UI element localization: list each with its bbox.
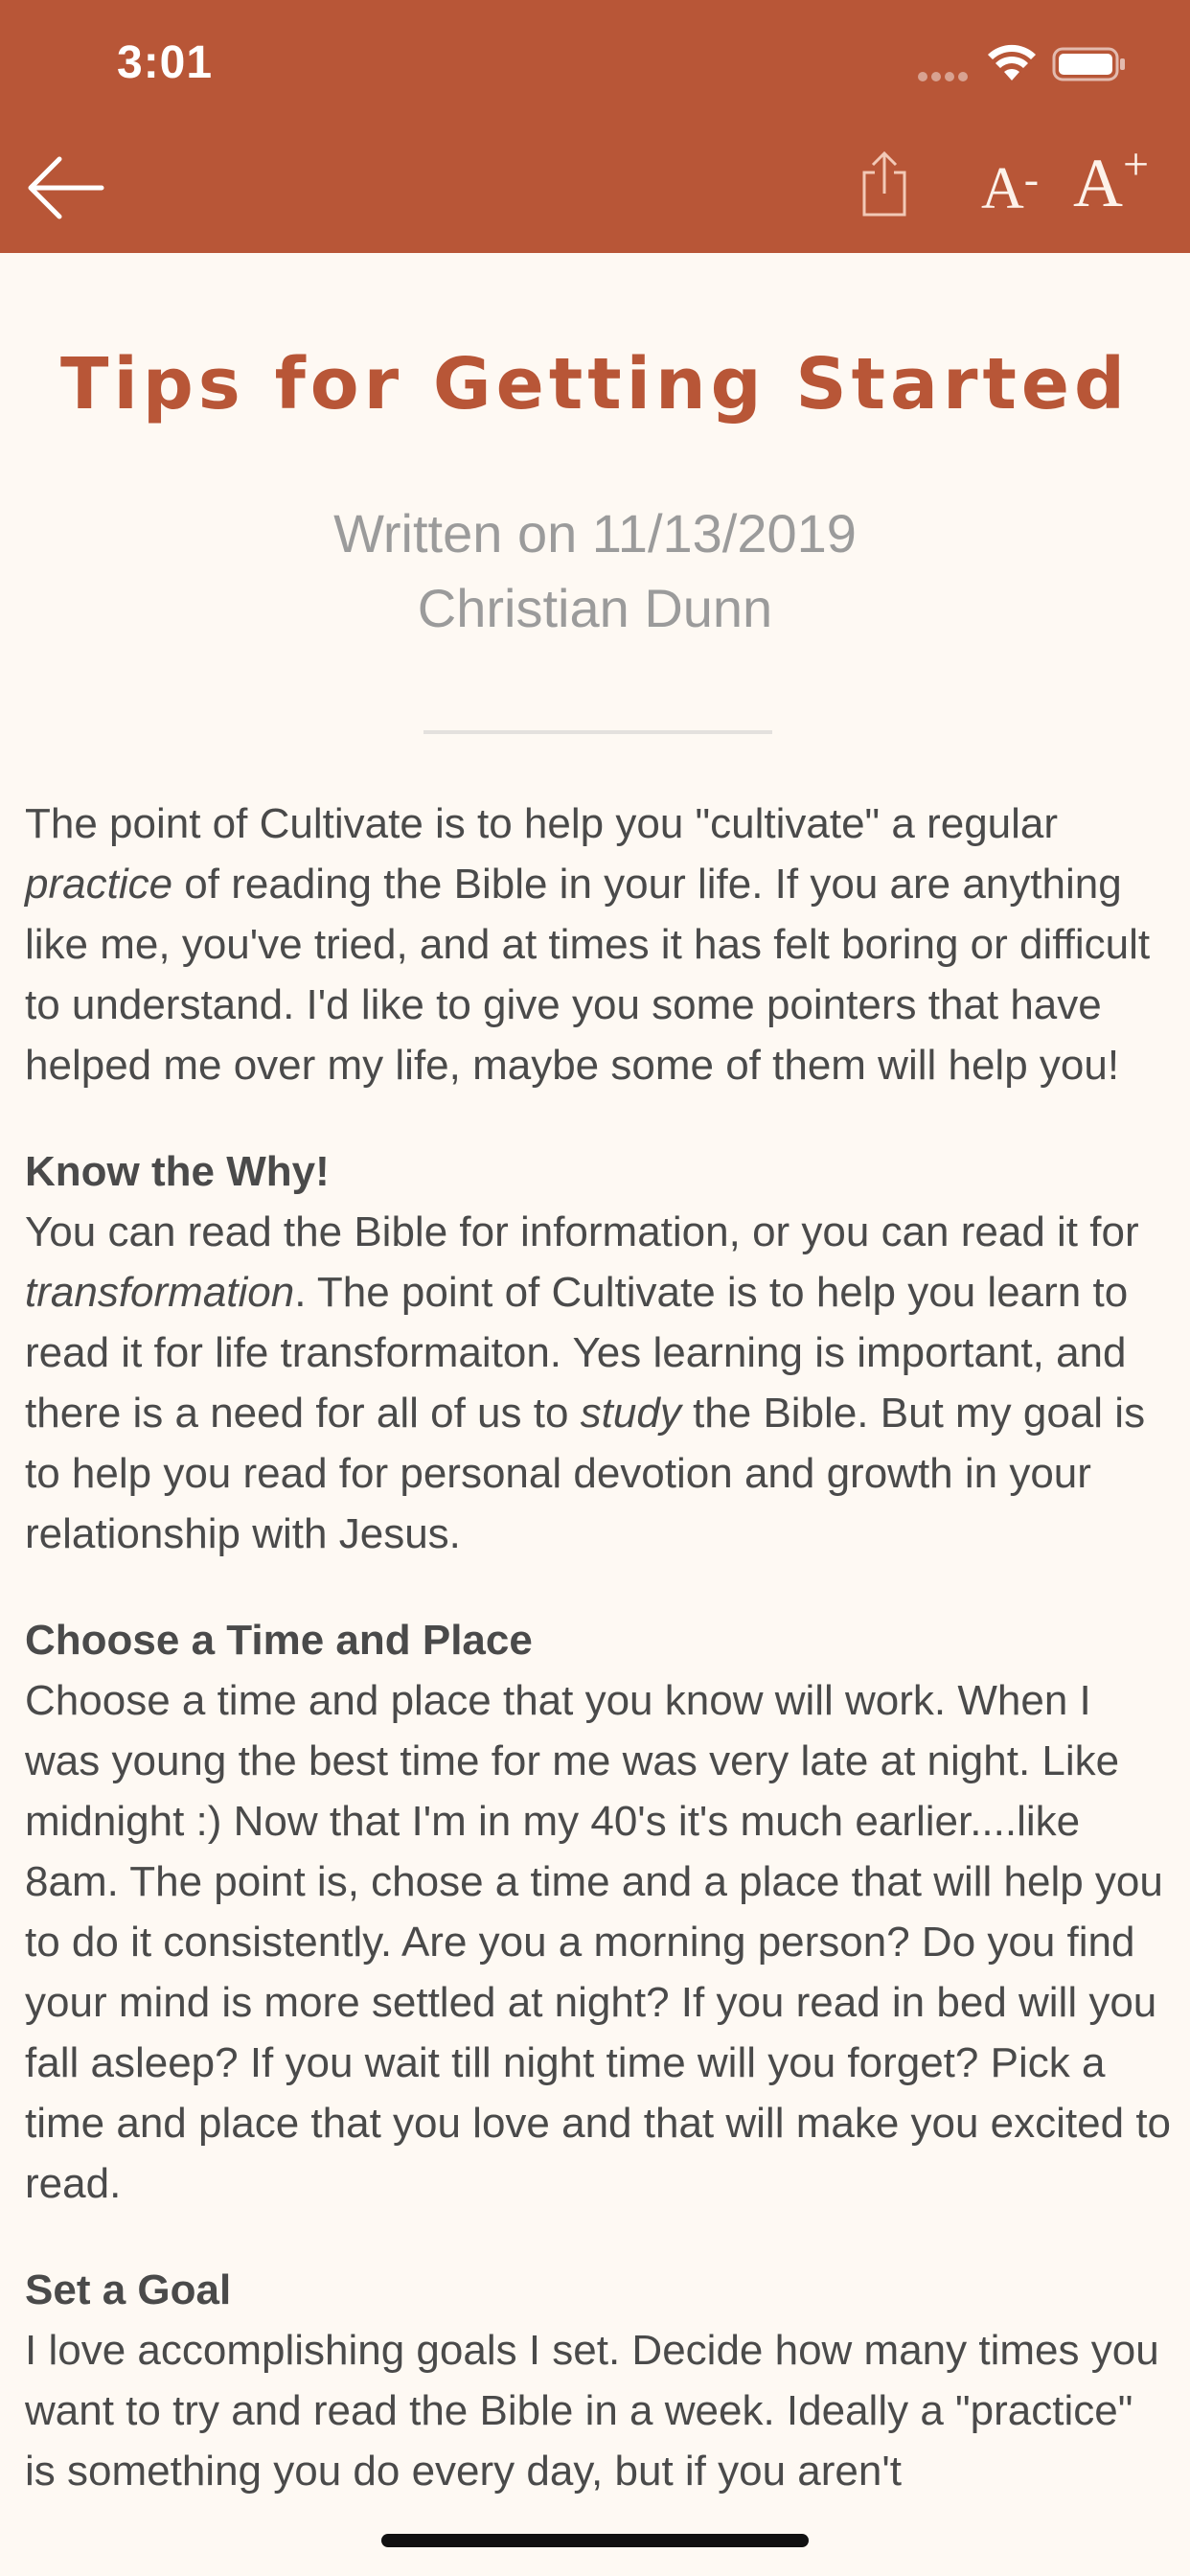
font-increase-button[interactable]: A+ — [1073, 139, 1149, 221]
intro-paragraph: The point of Cultivate is to help you "c… — [25, 800, 1151, 1089]
article-author: Christian Dunn — [417, 578, 773, 638]
section-text: I love accomplishing goals I set. Decide… — [25, 2327, 1159, 2495]
article-title: Tips for Getting Started — [59, 343, 1130, 426]
section-know-the-why: Know the Why! You can read the Bible for… — [25, 1141, 1175, 1564]
font-decrease-button[interactable]: A- — [981, 154, 1039, 224]
battery-icon — [1052, 47, 1125, 81]
divider — [423, 730, 772, 734]
article-date: Written on 11/13/2019 — [333, 503, 857, 564]
section-set-a-goal: Set a Goal I love accomplishing goals I … — [25, 2260, 1175, 2501]
cellular-signal-icon — [918, 69, 975, 81]
article-body: The point of Cultivate is to help you "c… — [25, 794, 1175, 2547]
share-icon[interactable] — [858, 150, 910, 218]
back-arrow-icon[interactable] — [27, 153, 105, 222]
section-heading: Choose a Time and Place — [25, 1617, 533, 1664]
status-time: 3:01 — [117, 37, 214, 88]
wifi-icon — [988, 44, 1036, 80]
section-heading: Set a Goal — [25, 2266, 232, 2313]
section-text: Choose a time and place that you know wi… — [25, 1677, 1172, 2207]
section-text: You can read the Bible for information, … — [25, 1208, 1146, 1557]
section-time-and-place: Choose a Time and Place Choose a time an… — [25, 1610, 1175, 2214]
nav-header: 3:01 A- A+ — [0, 0, 1190, 253]
section-heading: Know the Why! — [25, 1148, 330, 1195]
home-indicator[interactable] — [381, 2534, 809, 2547]
